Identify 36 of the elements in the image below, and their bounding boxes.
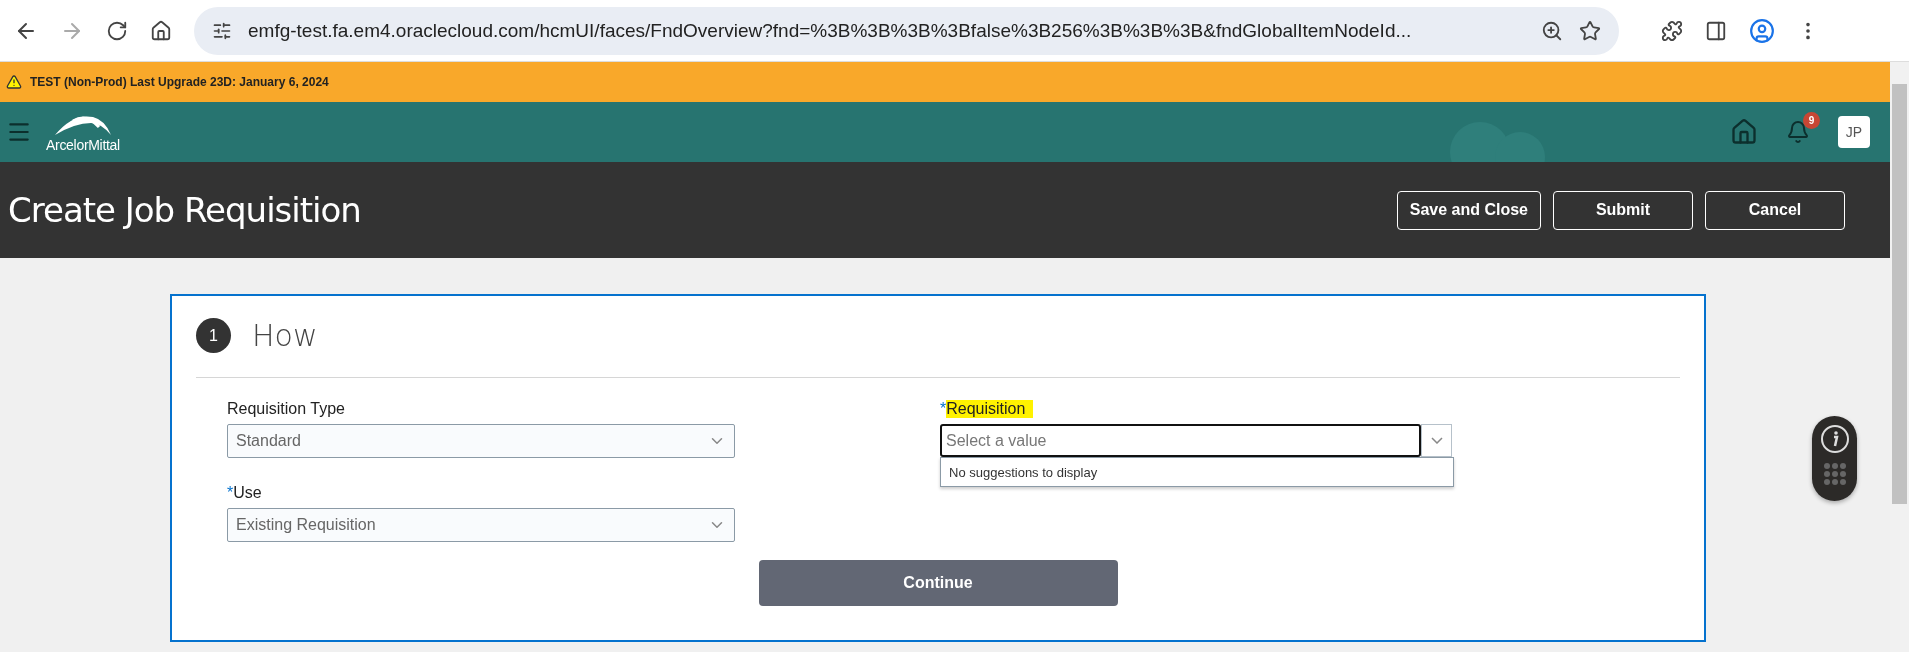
grid-dots-icon: [1822, 462, 1847, 486]
header-button[interactable]: Cancel: [1705, 190, 1845, 230]
header-button[interactable]: Save and Close: [1396, 190, 1541, 230]
header-button[interactable]: Submit: [1553, 190, 1693, 230]
chevron-down-icon: [1430, 437, 1443, 444]
continue-button[interactable]: Continue: [758, 560, 1118, 606]
select-field[interactable]: Standard: [227, 424, 735, 458]
user-avatar[interactable]: JP: [1838, 116, 1870, 148]
warning-icon: [6, 74, 22, 90]
site-settings-icon[interactable]: [212, 20, 232, 41]
profile-icon[interactable]: [1749, 17, 1775, 44]
field-label: Use: [233, 484, 262, 502]
page-title: Create Job Requisition: [8, 190, 361, 230]
select-field[interactable]: Existing Requisition: [227, 508, 735, 542]
suggestion-list: No suggestions to display: [940, 457, 1454, 487]
notification-badge: 9: [1803, 112, 1820, 129]
zoom-icon[interactable]: [1541, 19, 1563, 42]
star-icon[interactable]: [1579, 19, 1601, 42]
info-icon: [1819, 424, 1850, 454]
bell-icon[interactable]: [1786, 120, 1810, 144]
scrollbar[interactable]: [1890, 62, 1909, 652]
reload-icon[interactable]: [106, 19, 128, 42]
puzzle-icon[interactable]: [1661, 19, 1683, 42]
required-mark: *: [227, 484, 234, 502]
banner-text: TEST (Non-Prod) Last Upgrade 23D: January 6, 2024: [30, 75, 329, 89]
side-panel-icon[interactable]: [1705, 19, 1727, 42]
field-label: Requisition: [946, 400, 1034, 418]
step-title: How: [252, 318, 318, 353]
home-icon[interactable]: [150, 19, 172, 42]
logo-text: ArcelorMittal: [46, 137, 120, 153]
address-bar[interactable]: emfg-test.fa.em4.oraclecloud.com/hcmUI/faces/FndOverview?fnd=%3B%3B%3B%3Bfalse%3B256%3B%3B%3B&fndGlobalItemNodeId...: [194, 6, 1619, 55]
url-text: emfg-test.fa.em4.oraclecloud.com/hcmUI/faces/FndOverview?fnd=%3B%3B%3B%3Bfalse%3B256%3B%3B%3B&fndGlobalItemNodeId...: [248, 19, 1413, 42]
required-mark: *: [940, 400, 947, 418]
field-label: Requisition Type: [227, 400, 345, 418]
requisition-input[interactable]: Select a value: [940, 424, 1421, 457]
step-number: 1: [196, 318, 231, 353]
